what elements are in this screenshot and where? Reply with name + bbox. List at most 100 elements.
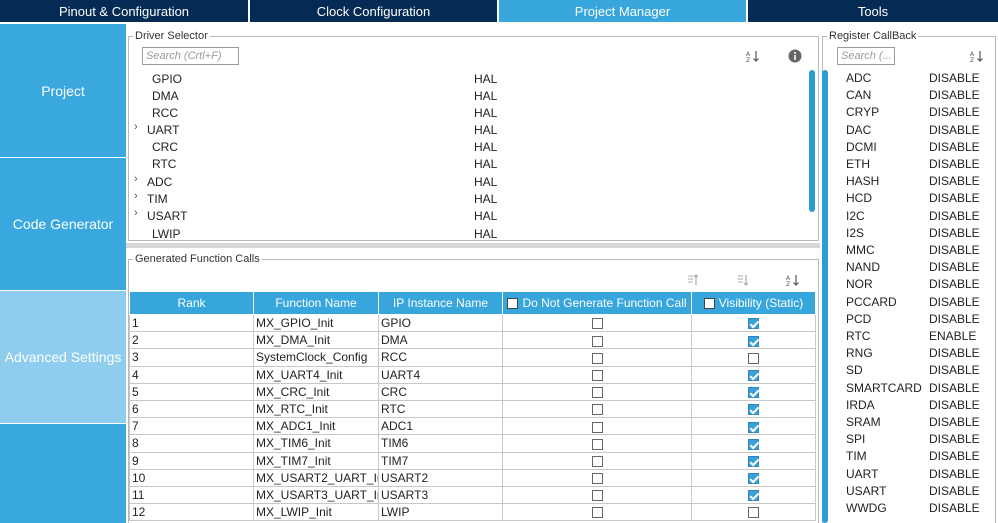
- list-item[interactable]: ADC DISABLE: [846, 70, 986, 87]
- table-row[interactable]: 3 SystemClock_Config RCC: [129, 348, 816, 367]
- do-not-generate-checkbox[interactable]: [591, 352, 603, 364]
- callback-value[interactable]: DISABLE: [929, 123, 980, 137]
- visibility-checkbox[interactable]: [748, 335, 759, 347]
- list-item[interactable]: RTC HAL: [134, 155, 794, 172]
- callback-list-scrollbar[interactable]: [822, 70, 828, 523]
- tab-project-manager[interactable]: Project Manager: [499, 0, 748, 22]
- visibility-checkbox[interactable]: [748, 507, 759, 519]
- callback-value[interactable]: DISABLE: [929, 432, 980, 446]
- do-not-generate-checkbox[interactable]: [591, 404, 603, 416]
- visibility-checkbox[interactable]: [748, 473, 759, 485]
- do-not-generate-checkbox[interactable]: [591, 490, 603, 502]
- list-item[interactable]: RTC ENABLE: [846, 328, 986, 345]
- list-item[interactable]: GPIO HAL: [134, 70, 794, 87]
- callback-value[interactable]: DISABLE: [929, 381, 980, 395]
- table-row[interactable]: 9 MX_TIM7_Init TIM7: [129, 451, 816, 470]
- driver-search-input[interactable]: Search (Crtl+F): [142, 47, 239, 65]
- sort-icon[interactable]: AZ: [785, 272, 801, 288]
- move-up-icon[interactable]: [685, 272, 701, 288]
- tab-tools[interactable]: Tools: [748, 0, 998, 22]
- list-item[interactable]: DAC DISABLE: [846, 122, 986, 139]
- callback-value[interactable]: DISABLE: [929, 295, 980, 309]
- list-item[interactable]: SRAM DISABLE: [846, 414, 986, 431]
- list-item[interactable]: CAN DISABLE: [846, 87, 986, 104]
- column-header-visibility[interactable]: Visibility (Static): [691, 291, 816, 315]
- visibility-all-checkbox[interactable]: [703, 298, 715, 310]
- visibility-checkbox[interactable]: [748, 455, 759, 467]
- callback-value[interactable]: DISABLE: [929, 449, 980, 463]
- callback-value[interactable]: DISABLE: [929, 209, 980, 223]
- driver-list-scrollbar[interactable]: [809, 70, 815, 212]
- move-down-icon[interactable]: [735, 272, 751, 288]
- callback-value[interactable]: DISABLE: [929, 501, 980, 515]
- callback-value[interactable]: DISABLE: [929, 157, 980, 171]
- callback-value[interactable]: ENABLE: [929, 329, 976, 343]
- list-item[interactable]: RCC HAL: [134, 104, 794, 121]
- table-row[interactable]: 1 MX_GPIO_Init GPIO: [129, 313, 816, 333]
- table-row[interactable]: 2 MX_DMA_Init DMA: [129, 331, 816, 350]
- visibility-checkbox[interactable]: [748, 438, 759, 450]
- sidebar-item-advanced-settings[interactable]: Advanced Settings: [0, 291, 126, 424]
- sidebar-item-project[interactable]: Project: [0, 24, 126, 158]
- list-item[interactable]: PCCARD DISABLE: [846, 294, 986, 311]
- list-item[interactable]: TIM DISABLE: [846, 448, 986, 465]
- list-item[interactable]: IRDA DISABLE: [846, 397, 986, 414]
- callback-value[interactable]: DISABLE: [929, 277, 980, 291]
- list-item[interactable]: UART DISABLE: [846, 466, 986, 483]
- list-item[interactable]: USART DISABLE: [846, 483, 986, 500]
- do-not-generate-checkbox[interactable]: [591, 438, 603, 450]
- visibility-checkbox[interactable]: [748, 318, 759, 330]
- callback-value[interactable]: DISABLE: [929, 71, 980, 85]
- list-item[interactable]: HASH DISABLE: [846, 173, 986, 190]
- list-item[interactable]: › TIM HAL: [134, 190, 794, 207]
- list-item[interactable]: MMC DISABLE: [846, 242, 986, 259]
- visibility-checkbox[interactable]: [748, 369, 759, 381]
- tab-pinout-configuration[interactable]: Pinout & Configuration: [0, 0, 250, 22]
- table-row[interactable]: 6 MX_RTC_Init RTC: [129, 399, 816, 419]
- list-item[interactable]: › ADC HAL: [134, 173, 794, 190]
- list-item[interactable]: CRYP DISABLE: [846, 104, 986, 121]
- list-item[interactable]: WWDG DISABLE: [846, 500, 986, 517]
- callback-value[interactable]: DISABLE: [929, 140, 980, 154]
- chevron-right-icon[interactable]: ›: [134, 121, 146, 133]
- list-item[interactable]: NAND DISABLE: [846, 259, 986, 276]
- chevron-right-icon[interactable]: ›: [134, 190, 146, 202]
- info-icon[interactable]: [787, 48, 803, 64]
- list-item[interactable]: ETH DISABLE: [846, 156, 986, 173]
- list-item[interactable]: › UART HAL: [134, 121, 794, 138]
- callback-value[interactable]: DISABLE: [929, 398, 980, 412]
- sort-icon[interactable]: AZ: [969, 48, 985, 64]
- list-item[interactable]: I2S DISABLE: [846, 225, 986, 242]
- callback-value[interactable]: DISABLE: [929, 226, 980, 240]
- table-row[interactable]: 12 MX_LWIP_Init LWIP: [129, 503, 816, 522]
- list-item[interactable]: DMA HAL: [134, 87, 794, 104]
- sidebar-item-code-generator[interactable]: Code Generator: [0, 158, 126, 291]
- callback-value[interactable]: DISABLE: [929, 105, 980, 119]
- list-item[interactable]: SMARTCARD DISABLE: [846, 380, 986, 397]
- column-header-do-not-generate[interactable]: Do Not Generate Function Call: [502, 291, 692, 315]
- do-not-generate-checkbox[interactable]: [591, 318, 603, 330]
- list-item[interactable]: HCD DISABLE: [846, 190, 986, 207]
- list-item[interactable]: I2C DISABLE: [846, 208, 986, 225]
- list-item[interactable]: SPI DISABLE: [846, 431, 986, 448]
- callback-value[interactable]: DISABLE: [929, 484, 980, 498]
- list-item[interactable]: CRC HAL: [134, 138, 794, 155]
- visibility-checkbox[interactable]: [748, 404, 759, 416]
- table-row[interactable]: 4 MX_UART4_Init UART4: [129, 365, 816, 384]
- table-row[interactable]: 5 MX_CRC_Init CRC: [129, 382, 816, 401]
- list-item[interactable]: RNG DISABLE: [846, 345, 986, 362]
- column-header-rank[interactable]: Rank: [129, 291, 254, 315]
- do-not-generate-checkbox[interactable]: [591, 369, 603, 381]
- table-row[interactable]: 8 MX_TIM6_Init TIM6: [129, 434, 816, 453]
- callback-value[interactable]: DISABLE: [929, 243, 980, 257]
- list-item[interactable]: DCMI DISABLE: [846, 139, 986, 156]
- visibility-checkbox[interactable]: [748, 387, 759, 399]
- list-item[interactable]: PCD DISABLE: [846, 311, 986, 328]
- visibility-checkbox[interactable]: [748, 421, 759, 433]
- do-not-generate-checkbox[interactable]: [591, 455, 603, 467]
- callback-value[interactable]: DISABLE: [929, 415, 980, 429]
- do-not-generate-checkbox[interactable]: [591, 387, 603, 399]
- list-item[interactable]: › USART HAL: [134, 207, 794, 224]
- list-item[interactable]: SD DISABLE: [846, 362, 986, 379]
- callback-value[interactable]: DISABLE: [929, 88, 980, 102]
